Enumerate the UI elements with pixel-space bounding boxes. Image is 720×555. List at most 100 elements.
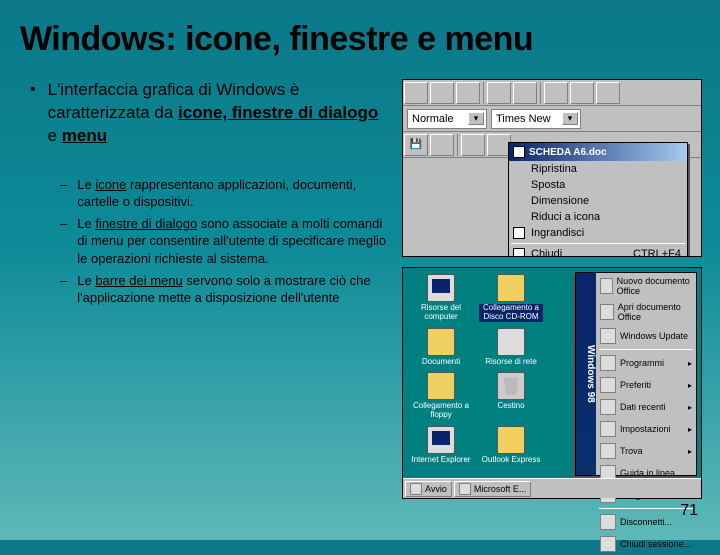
document-icon	[513, 146, 525, 158]
menu-item-label: Chiudi sessione...	[620, 539, 691, 549]
menu-item-icon	[600, 355, 616, 371]
kw-icone: icone	[95, 177, 126, 192]
desktop-icon-label: Cestino	[497, 402, 524, 411]
start-menu-stripe: Windows 98	[576, 273, 596, 475]
toolbar-row-2: Normale Times New	[403, 106, 701, 132]
toolbar-button[interactable]	[430, 134, 454, 156]
toolbar-separator	[457, 134, 458, 156]
menu-separator	[511, 243, 685, 244]
menu-item-ingrandisci[interactable]: Ingrandisci	[509, 225, 687, 241]
kw-finestre: finestre di dialogo	[95, 216, 197, 231]
menu-item-label: Trova	[620, 446, 643, 456]
kw-barre-menu: barre dei menu	[95, 273, 182, 288]
folder-icon	[497, 426, 525, 454]
desktop-icon-label: Risorse di rete	[485, 358, 537, 367]
desktop-icon[interactable]: Risorse del computer	[409, 274, 473, 322]
desktop-icon-label: Documenti	[422, 358, 460, 367]
folder-icon	[427, 328, 455, 356]
start-menu-item[interactable]: Dati recenti	[596, 396, 696, 418]
menu-item-riduci[interactable]: Riduci a icona	[509, 209, 687, 225]
start-menu-item[interactable]: Nuovo documento Office	[596, 273, 696, 299]
menu-item-icon	[600, 377, 616, 393]
desktop-icon[interactable]: Outlook Express	[479, 426, 543, 465]
desktop-icon[interactable]: Documenti	[409, 328, 473, 367]
start-menu-item[interactable]: Programmi	[596, 352, 696, 374]
menu-separator	[599, 508, 693, 509]
checkbox-icon	[513, 227, 525, 239]
menu-item-label: Apri documento Office	[618, 302, 692, 322]
start-button[interactable]: Avvio	[405, 481, 452, 497]
menu-item-icon	[600, 443, 616, 459]
menu-item-label: Guida in linea	[620, 468, 675, 478]
toolbar-button[interactable]	[430, 82, 454, 104]
desktop-icon-label: Internet Explorer	[411, 456, 470, 465]
dash-icon: –	[60, 176, 67, 211]
sub-bullet-1: – Le icone rappresentano applicazioni, d…	[60, 176, 390, 211]
toolbar-row-1	[403, 80, 701, 106]
toolbar-button[interactable]	[456, 82, 480, 104]
toolbar-button[interactable]	[461, 134, 485, 156]
context-menu-title: SCHEDA A6.doc	[509, 143, 687, 161]
taskbar: Avvio Microsoft E...	[403, 478, 701, 498]
start-menu-item[interactable]: Trova	[596, 440, 696, 462]
toolbar-button[interactable]	[570, 82, 594, 104]
toolbar-button[interactable]	[544, 82, 568, 104]
main-bullet: • L'interfaccia grafica di Windows è car…	[20, 79, 390, 148]
toolbar-separator	[540, 82, 541, 104]
checkbox-icon	[513, 248, 525, 257]
desktop-icon[interactable]: Cestino	[479, 372, 543, 420]
style-dropdown[interactable]: Normale	[407, 109, 487, 129]
menu-item-icon	[600, 536, 616, 552]
start-menu-item[interactable]: Chiudi sessione...	[596, 533, 696, 555]
save-icon[interactable]: 💾	[404, 134, 428, 156]
content-area: • L'interfaccia grafica di Windows è car…	[0, 59, 720, 499]
desktop-icon[interactable]: Risorse di rete	[479, 328, 543, 367]
page-number: 71	[680, 502, 698, 520]
dash-icon: –	[60, 215, 67, 268]
menu-item-icon	[600, 278, 613, 294]
start-menu-item[interactable]: Apri documento Office	[596, 299, 696, 325]
monitor-icon	[427, 274, 455, 302]
desktop-icon[interactable]: Collegamento a floppy	[409, 372, 473, 420]
toolbar-button[interactable]	[404, 82, 428, 104]
monitor-icon	[427, 426, 455, 454]
menu-item-label: Dati recenti	[620, 402, 666, 412]
screenshot-desktop: Risorse del computer Collegamento a Disco…	[402, 267, 702, 499]
menu-item-dimensione[interactable]: Dimensione	[509, 193, 687, 209]
screenshot-menu: Normale Times New 💾 SCHEDA A6.doc Ripris…	[402, 79, 702, 257]
slide-title: Windows: icone, finestre e menu	[0, 0, 720, 59]
menu-item-icon	[600, 304, 614, 320]
menu-item-chiudi[interactable]: Chiudi CTRL+F4	[509, 246, 687, 257]
start-menu-item[interactable]: Windows Update	[596, 325, 696, 347]
menu-item-ripristina[interactable]: Ripristina	[509, 161, 687, 177]
folder-icon	[427, 372, 455, 400]
start-menu-item[interactable]: Impostazioni	[596, 418, 696, 440]
toolbar-button[interactable]	[596, 82, 620, 104]
menu-item-icon	[600, 399, 616, 415]
desktop-icon[interactable]: Collegamento a Disco CD-ROM	[479, 274, 543, 322]
net-icon	[497, 328, 525, 356]
desktop-icon[interactable]: Internet Explorer	[409, 426, 473, 465]
taskbar-app-button[interactable]: Microsoft E...	[454, 481, 532, 497]
context-menu: SCHEDA A6.doc Ripristina Sposta Dimensio…	[508, 142, 688, 257]
bin-icon	[497, 372, 525, 400]
sub-bullet-2: – Le finestre di dialogo sono associate …	[60, 215, 390, 268]
menu-separator	[599, 349, 693, 350]
toolbar-button[interactable]	[513, 82, 537, 104]
toolbar-button[interactable]	[487, 82, 511, 104]
menu-item-sposta[interactable]: Sposta	[509, 177, 687, 193]
menu-item-label: Programmi	[620, 358, 664, 368]
start-menu-item[interactable]: Preferiti	[596, 374, 696, 396]
start-menu: Windows 98 Nuovo documento Office Apri do…	[575, 272, 697, 476]
menu-item-icon	[600, 514, 616, 530]
font-dropdown[interactable]: Times New	[491, 109, 581, 129]
main-text: L'interfaccia grafica di Windows è carat…	[48, 79, 390, 148]
desktop-icon-label: Outlook Express	[482, 456, 541, 465]
start-menu-items: Nuovo documento Office Apri documento Off…	[596, 273, 696, 475]
menu-item-label: Preferiti	[620, 380, 651, 390]
sub-bullet-list: – Le icone rappresentano applicazioni, d…	[20, 176, 390, 307]
text-column: • L'interfaccia grafica di Windows è car…	[20, 79, 390, 499]
toolbar-separator	[483, 82, 484, 104]
desktop-icon-label: Risorse del computer	[409, 304, 473, 322]
menu-item-label: Disconnetti...	[620, 517, 672, 527]
